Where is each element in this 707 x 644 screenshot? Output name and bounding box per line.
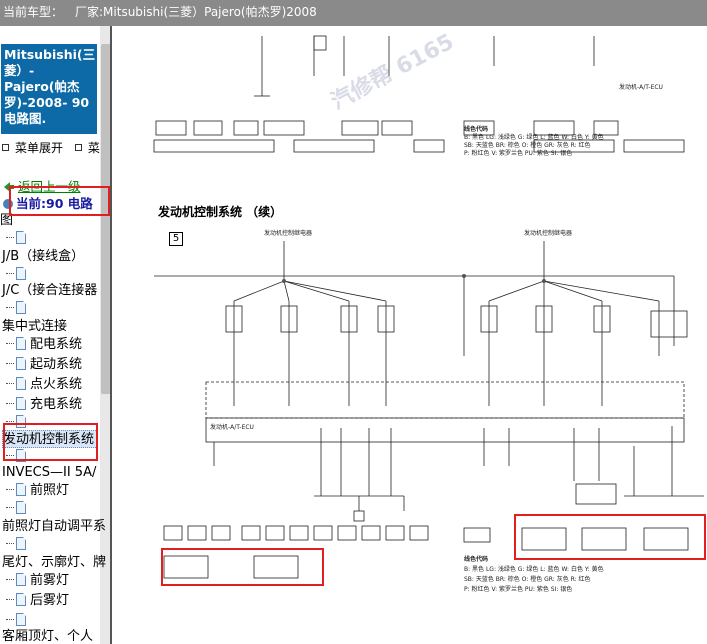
scrollbar-thumb[interactable] [101, 44, 110, 394]
tree-item-charging-system[interactable]: 充电系统 [6, 396, 82, 414]
relay-label-right: 发动机控制继电器 [524, 230, 573, 237]
tree-item-rear-fog[interactable]: 后雾灯 [6, 592, 69, 610]
document-icon [16, 449, 26, 462]
tree-item[interactable]: 前照灯自动调平系 [2, 518, 106, 536]
model-title: Mitsubishi(三菱）-Pajero(帕杰罗)-2008- 90 电路图. [1, 44, 97, 134]
globe-icon [3, 199, 13, 209]
tree-item-engine-control[interactable]: 发动机控制系统 [2, 430, 98, 448]
tree-item[interactable]: J/B（接线盒） [2, 248, 84, 266]
legend-line-top-3: P: 粉红色 V: 紫罗兰色 PU: 紫色 SI: 银色 [464, 150, 573, 157]
tree-item[interactable]: 客厢顶灯、个人 [2, 628, 93, 644]
legend-title: 线色代码 [464, 556, 489, 563]
legend-line-2: SB: 天蓝色 BR: 棕色 O: 橙色 GR: 灰色 R: 红色 [464, 576, 591, 583]
legend-line-3: P: 粉红色 V: 紫罗兰色 PU: 紫色 SI: 银色 [464, 586, 573, 593]
ecu-label: 发动机-A/T-ECU [210, 424, 254, 431]
legend-line-1: B: 黑色 LG: 浅绿色 G: 绿色 L: 蓝色 W: 白色 Y: 黄色 [464, 566, 604, 573]
document-icon [16, 377, 26, 390]
tree-item[interactable]: 集中式连接 [2, 318, 67, 336]
menu-expand-toggle[interactable]: 菜单展开 菜 [2, 139, 100, 155]
tree-item[interactable] [6, 300, 30, 318]
tree-item[interactable]: J/C（接合连接器 [2, 282, 97, 300]
back-arrow-icon [4, 182, 14, 192]
document-icon [16, 593, 26, 606]
tree-item[interactable] [6, 500, 30, 518]
step-number: 5 [169, 232, 183, 246]
document-icon [16, 537, 26, 550]
document-icon [16, 483, 26, 496]
document-icon [16, 231, 26, 244]
back-link-label: 返回上一级 [18, 179, 81, 194]
tree-item-ignition-system[interactable]: 点火系统 [6, 376, 82, 394]
relay-label-left: 发动机控制继电器 [264, 230, 313, 237]
expand-icon [2, 144, 9, 151]
wiring-diagram: 汽修帮 6165 发动机控制系统 （续） 5 发动机控制继电器 发动机控制继电器… [114, 26, 707, 644]
menu-expand-label: 菜单展开 [15, 141, 64, 155]
sidebar: Mitsubishi(三菱）-Pajero(帕杰罗)-2008- 90 电路图.… [0, 26, 112, 644]
tree-item[interactable]: INVECS—II 5A/ [2, 464, 96, 482]
tree-item-headlamp[interactable]: 前照灯 [6, 482, 69, 500]
current-label: 当前:90 电路 [16, 196, 93, 211]
document-icon [16, 301, 26, 314]
tree-item[interactable]: 尾灯、示廓灯、牌 [2, 554, 106, 572]
section-title: 发动机控制系统 （续） [158, 205, 283, 219]
tree-item-power-distribution[interactable]: 配电系统 [6, 336, 82, 354]
title-value: 厂家:Mitsubishi(三菱）Pajero(帕杰罗)2008 [75, 5, 317, 19]
document-icon [16, 267, 26, 280]
collapse-icon [74, 144, 82, 151]
document-icon [16, 573, 26, 586]
tree-item[interactable]: 图 [0, 212, 13, 230]
circuit-drawing [153, 35, 704, 579]
tree-item[interactable] [6, 536, 30, 554]
tree-item-front-fog[interactable]: 前雾灯 [6, 572, 69, 590]
document-icon [16, 613, 26, 626]
ecu-label-top: 发动机-A/T-ECU [619, 84, 663, 91]
tree-item[interactable] [6, 230, 30, 248]
document-icon [16, 357, 26, 370]
title-bar: 当前车型： 厂家:Mitsubishi(三菱）Pajero(帕杰罗)2008 [0, 0, 707, 26]
menu-extra-label: 菜 [87, 141, 100, 155]
document-icon [16, 397, 26, 410]
document-icon [16, 337, 26, 350]
title-label: 当前车型： [3, 5, 64, 19]
tree-item-starting-system[interactable]: 起动系统 [6, 356, 82, 374]
document-icon [16, 501, 26, 514]
document-icon [16, 415, 26, 428]
current-location: 当前:90 电路 [3, 193, 100, 212]
